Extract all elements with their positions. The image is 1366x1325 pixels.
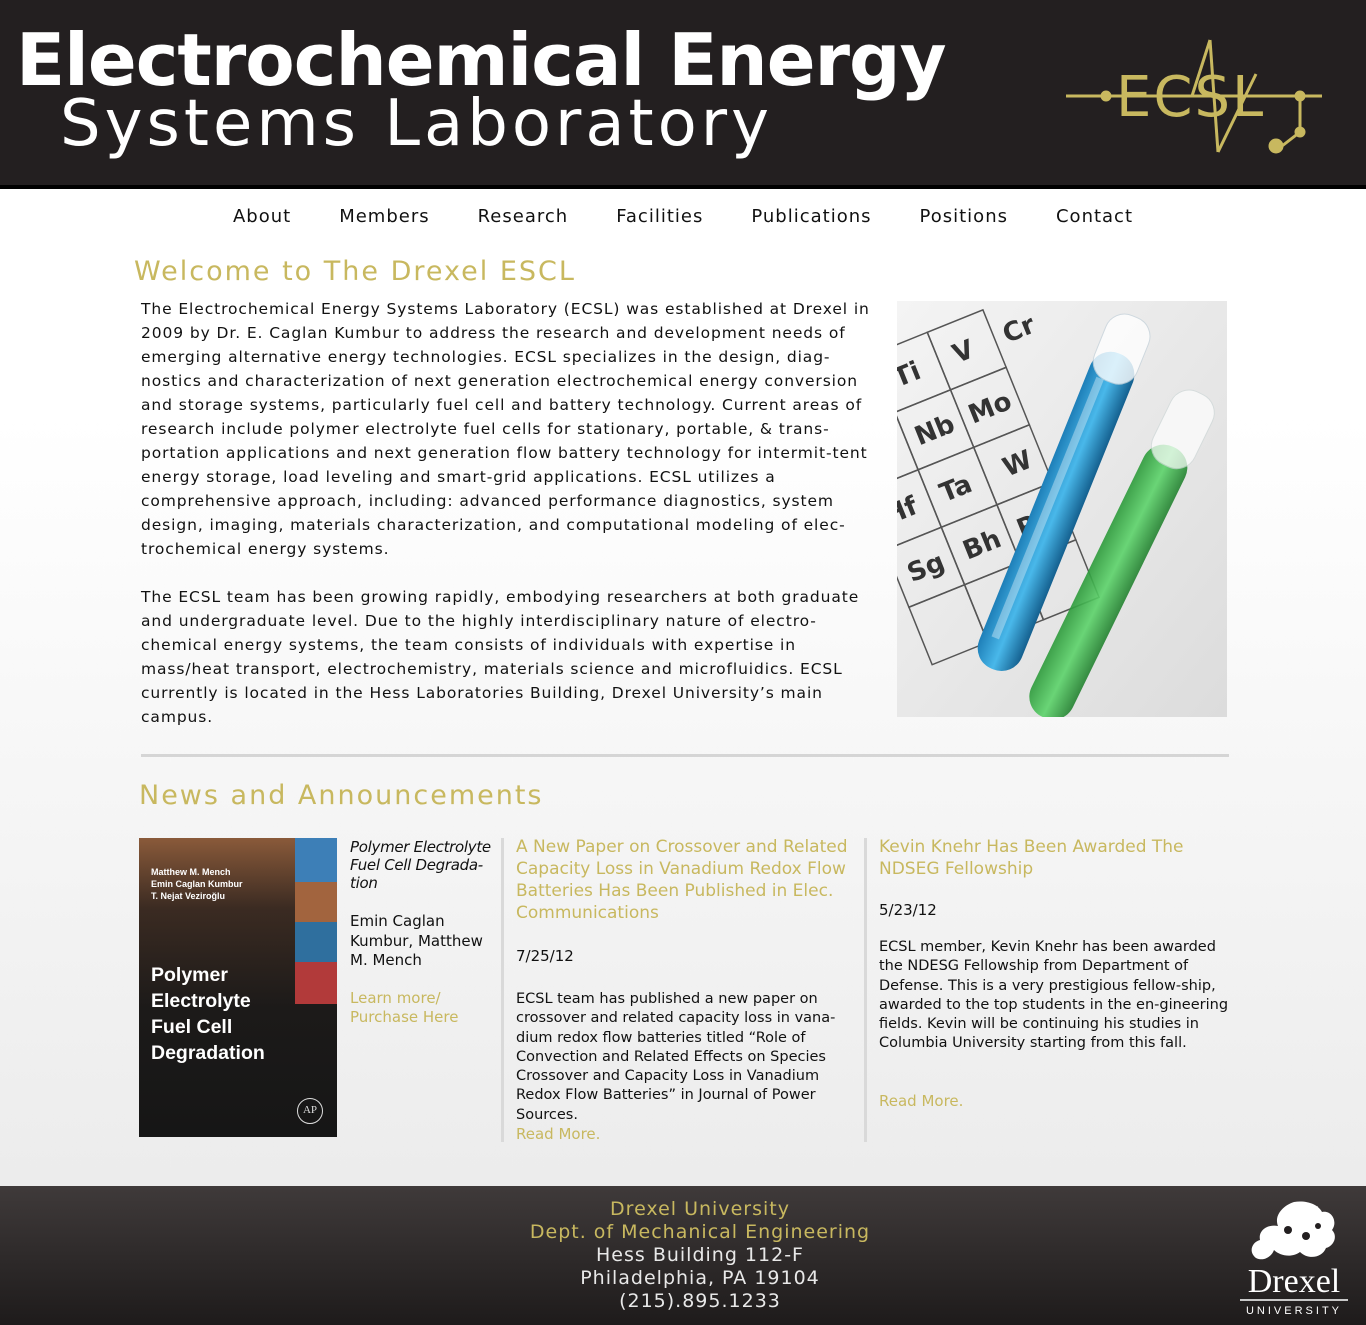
footer-address: Drexel University Dept. of Mechanical En… [0,1198,1366,1313]
footer-building: Hess Building 112-F [596,1244,804,1266]
column-divider [501,838,504,1142]
cover-image-strip [295,882,337,922]
cover-image-strip [295,962,337,1004]
news-item-body: ECSL team has published a new paper on c… [516,991,836,1123]
svg-text:ECSL: ECSL [1116,65,1265,130]
book-purchase-link[interactable]: Learn more/ Purchase Here [350,989,500,1028]
svg-text:Drexel: Drexel [1248,1263,1341,1300]
nav-contact[interactable]: Contact [1032,206,1157,227]
book-authors: Emin Caglan Kumbur, Matthew M. Mench [350,912,483,969]
nav-about[interactable]: About [209,206,315,227]
column-divider [864,838,867,1142]
footer-department: Dept. of Mechanical Engineering [529,1221,871,1243]
intro-paragraph-1: The Electrochemical Energy Systems Labor… [141,300,870,558]
ecsl-logo-icon[interactable]: ECSL [1060,34,1330,158]
cover-image-strip [295,922,337,962]
site-title-line2: Systems Laboratory [60,87,773,161]
welcome-heading: Welcome to The Drexel ESCL [134,256,576,287]
news-heading: News and Announcements [139,780,544,811]
news-item-read-more[interactable]: Read More. [516,1125,858,1143]
site-header: Electrochemical Energy Systems Laborator… [0,0,1366,189]
footer-city: Philadelphia, PA 19104 [580,1267,820,1289]
publisher-logo-icon: AP [297,1098,323,1124]
news-item-read-more[interactable]: Read More. [879,1092,1234,1110]
intro-text: The Electrochemical Energy Systems Labor… [141,297,871,729]
news-item-body: ECSL member, Kevin Knehr has been awarde… [879,939,1229,1052]
nav-research[interactable]: Research [454,206,593,227]
book-cover-title: Polymer Electrolyte Fuel Cell Degradatio… [151,964,265,1064]
nav-publications[interactable]: Publications [727,206,895,227]
book-title: Polymer Electrolyte Fuel Cell Degrada-ti… [350,838,491,892]
news-item: Kevin Knehr Has Been Awarded The NDSEG F… [879,836,1234,1110]
cover-image-strip [295,838,337,882]
news-item-title[interactable]: Kevin Knehr Has Been Awarded The NDSEG F… [879,836,1234,880]
book-cover-authors: Matthew M. Mench Emin Caglan Kumbur T. N… [151,867,243,901]
news-item-date: 7/25/12 [516,947,574,965]
book-cover[interactable]: Matthew M. Mench Emin Caglan Kumbur T. N… [139,838,337,1137]
news-item-title[interactable]: A New Paper on Crossover and Related Cap… [516,836,858,924]
site-title-line1: Electrochemical Energy [16,18,947,102]
nav-members[interactable]: Members [315,206,453,227]
main-nav: About Members Research Facilities Public… [0,206,1366,227]
nav-facilities[interactable]: Facilities [592,206,727,227]
footer-university: Drexel University [610,1198,790,1220]
site-footer: Drexel University Dept. of Mechanical En… [0,1186,1366,1325]
svg-text:UNIVERSITY: UNIVERSITY [1246,1305,1342,1317]
test-tubes-photo: Ti V Cr Zr Nb Mo Hf Ta W Sg Bh Re [897,301,1227,717]
book-info: Polymer Electrolyte Fuel Cell Degrada-ti… [350,838,500,1028]
news-item-date: 5/23/12 [879,901,937,919]
drexel-dragon-logo-icon[interactable]: Drexel UNIVERSITY [1234,1196,1354,1318]
news-item: A New Paper on Crossover and Related Cap… [516,836,858,1143]
intro-paragraph-2: The ECSL team has been growing rapidly, … [141,588,860,726]
nav-positions[interactable]: Positions [896,206,1032,227]
section-divider [141,754,1229,757]
footer-phone: (215).895.1233 [619,1290,781,1312]
